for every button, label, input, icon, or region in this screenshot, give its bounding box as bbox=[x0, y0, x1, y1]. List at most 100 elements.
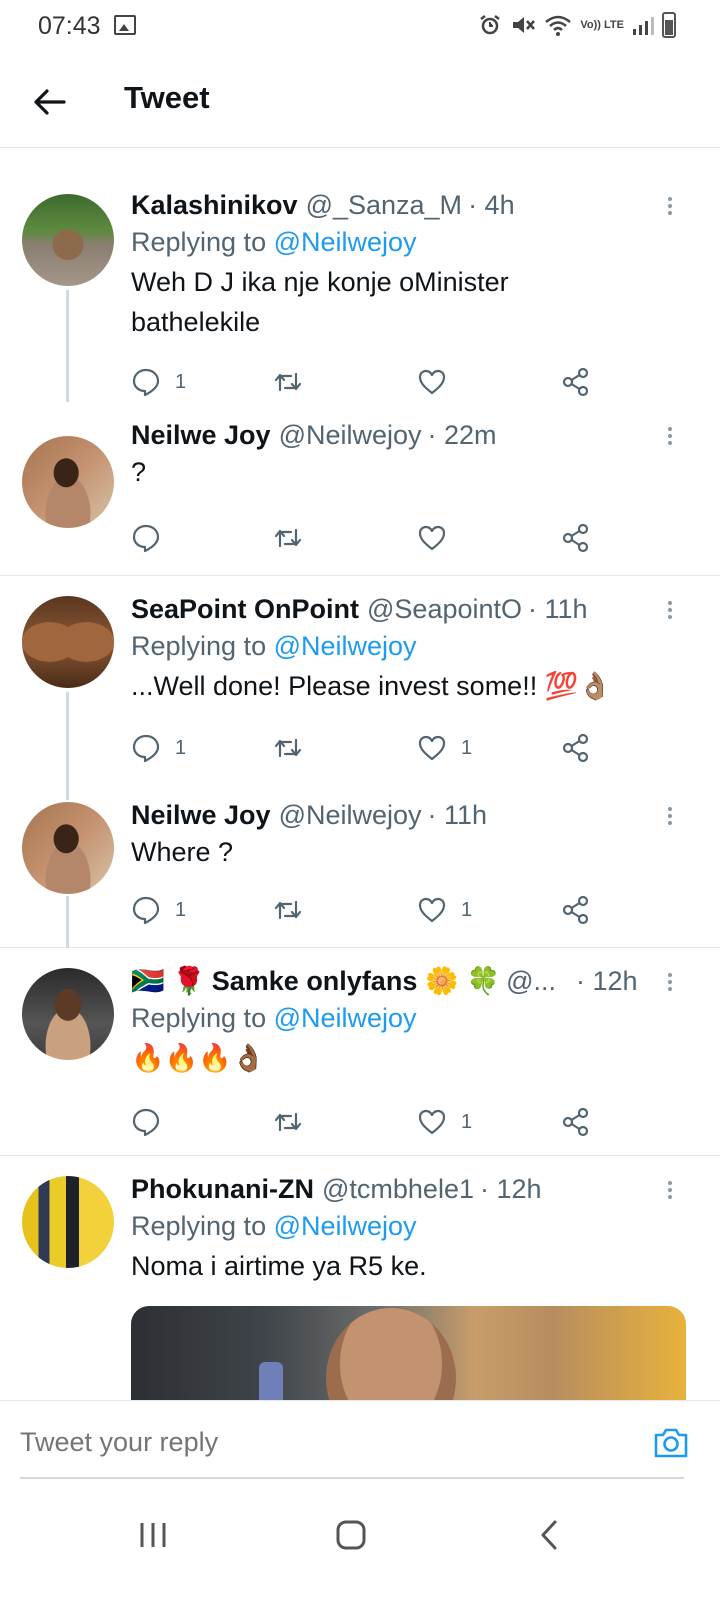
retweet-button[interactable] bbox=[273, 890, 317, 930]
tweet-author-name[interactable]: Kalashinikov bbox=[131, 188, 298, 222]
mention-link[interactable]: @Neilwejoy bbox=[274, 227, 417, 257]
replying-to: Replying to @Neilwejoy bbox=[131, 1206, 680, 1246]
avatar[interactable] bbox=[22, 194, 114, 286]
more-options-button[interactable] bbox=[660, 194, 680, 224]
tweet-text-line: Noma i airtime ya R5 ke. bbox=[131, 1251, 427, 1281]
replying-to-label: Replying to bbox=[131, 227, 267, 257]
more-options-button[interactable] bbox=[660, 424, 680, 454]
battery-icon bbox=[662, 12, 676, 38]
tweet-text-line: ...Well done! Please invest some!! 💯👌🏽 bbox=[131, 671, 612, 701]
replying-to: Replying to @Neilwejoy bbox=[131, 626, 680, 666]
share-button[interactable] bbox=[561, 728, 591, 768]
retweet-button[interactable] bbox=[273, 362, 317, 402]
tweet-author-name[interactable]: Neilwe Joy bbox=[131, 418, 271, 452]
retweet-button[interactable] bbox=[273, 1102, 317, 1142]
camera-icon bbox=[654, 1428, 688, 1458]
more-options-button[interactable] bbox=[660, 598, 680, 628]
share-icon bbox=[562, 523, 589, 553]
more-options-button[interactable] bbox=[660, 804, 680, 834]
tweet-author-handle[interactable]: @_Sanza_M bbox=[306, 188, 463, 222]
reply-button[interactable]: 1 bbox=[131, 362, 186, 402]
tweet-author-handle[interactable]: @tcmbhele1 bbox=[322, 1172, 474, 1206]
avatar[interactable] bbox=[22, 968, 114, 1060]
tweet-timestamp: · 4h bbox=[468, 190, 515, 220]
replies-feed[interactable]: Kalashinikov @_Sanza_M · 4h Replying to … bbox=[0, 172, 720, 1400]
comment-icon bbox=[132, 524, 160, 553]
mention-link[interactable]: @Neilwejoy bbox=[274, 1211, 417, 1241]
retweet-icon bbox=[274, 528, 302, 548]
mention-link[interactable]: @Neilwejoy bbox=[274, 631, 417, 661]
replying-to-label: Replying to bbox=[131, 631, 267, 661]
more-options-button[interactable] bbox=[660, 1178, 680, 1208]
tweet-text-line: Weh D J ika nje konje oMinister bbox=[131, 267, 509, 297]
reply-button[interactable]: 1 bbox=[131, 728, 186, 768]
like-count: 1 bbox=[461, 1110, 473, 1133]
tweet-item[interactable]: Neilwe Joy @Neilwejoy · 11h Where ? 1 1 bbox=[0, 782, 720, 948]
tweet-author-name[interactable]: Samke onlyfans bbox=[212, 964, 418, 998]
thread-connector bbox=[66, 896, 69, 948]
tweet-timestamp: · 11h bbox=[528, 594, 588, 624]
retweet-button[interactable] bbox=[273, 728, 317, 768]
reply-count: 1 bbox=[175, 898, 187, 921]
share-button[interactable] bbox=[561, 1102, 591, 1142]
tweet-author-name[interactable]: Neilwe Joy bbox=[131, 798, 271, 832]
like-button[interactable]: 1 bbox=[417, 890, 472, 930]
like-button[interactable]: 1 bbox=[417, 728, 472, 768]
tweet-author-handle[interactable]: @Neilwejoy bbox=[279, 798, 422, 832]
tweet-author-handle[interactable]: @... bbox=[506, 964, 556, 998]
tweet-timestamp: · 11h bbox=[427, 800, 488, 830]
like-button[interactable] bbox=[417, 362, 461, 402]
tweet-author-handle[interactable]: @Neilwejoy bbox=[279, 418, 422, 452]
camera-button[interactable] bbox=[652, 1425, 690, 1461]
media-head-shape bbox=[326, 1308, 456, 1400]
reply-button[interactable] bbox=[131, 1102, 175, 1142]
avatar[interactable] bbox=[22, 596, 114, 688]
reply-input[interactable] bbox=[20, 1427, 580, 1458]
status-time: 07:43 bbox=[38, 12, 101, 40]
tweet-actions: 1 bbox=[131, 1102, 601, 1142]
replying-to-label: Replying to bbox=[131, 1003, 267, 1033]
retweet-icon bbox=[274, 738, 302, 758]
recent-apps-button[interactable] bbox=[128, 1510, 178, 1560]
home-button[interactable] bbox=[326, 1510, 376, 1560]
tweet-item[interactable]: Kalashinikov @_Sanza_M · 4h Replying to … bbox=[0, 172, 720, 402]
thread-connector bbox=[66, 290, 69, 402]
tweet-item[interactable]: Neilwe Joy @Neilwejoy · 22m ? bbox=[0, 402, 720, 576]
replying-to: Replying to @Neilwejoy bbox=[131, 998, 680, 1038]
like-count: 1 bbox=[461, 736, 473, 759]
tweet-timestamp: · 12h bbox=[576, 966, 638, 996]
heart-icon bbox=[418, 1109, 446, 1135]
avatar[interactable] bbox=[22, 1176, 114, 1268]
avatar[interactable] bbox=[22, 802, 114, 894]
tweet-text-line: Where ? bbox=[131, 837, 234, 867]
like-button[interactable] bbox=[417, 518, 461, 558]
tweet-author-name[interactable]: SeaPoint OnPoint bbox=[131, 592, 359, 626]
volte-indicator: Vo)) LTE bbox=[580, 18, 624, 31]
back-nav-button[interactable] bbox=[524, 1510, 574, 1560]
heart-icon bbox=[418, 525, 446, 551]
more-options-button[interactable] bbox=[660, 970, 680, 1000]
reply-button[interactable]: 1 bbox=[131, 890, 186, 930]
replying-to: Replying to @Neilwejoy bbox=[131, 222, 680, 262]
tweet-item[interactable]: Phokunani-ZN @tcmbhele1 · 12h Replying t… bbox=[0, 1156, 720, 1400]
tweet-author-handle[interactable]: @SeapointO bbox=[367, 592, 522, 626]
like-button[interactable]: 1 bbox=[417, 1102, 472, 1142]
back-button[interactable] bbox=[30, 82, 70, 122]
share-button[interactable] bbox=[561, 362, 591, 402]
tweet-item[interactable]: 🇿🇦 🌹 Samke onlyfans 🌼 🍀 @... · 12h Reply… bbox=[0, 948, 720, 1156]
tweet-item[interactable]: SeaPoint OnPoint @SeapointO · 11h Replyi… bbox=[0, 576, 720, 782]
mention-link[interactable]: @Neilwejoy bbox=[274, 1003, 417, 1033]
share-button[interactable] bbox=[561, 890, 591, 930]
tweet-text-line: bathelekile bbox=[131, 307, 261, 337]
tweet-author-name[interactable]: Phokunani-ZN bbox=[131, 1172, 314, 1206]
gallery-notification-icon bbox=[114, 15, 136, 35]
tweet-text: 🔥🔥🔥👌🏾 bbox=[131, 1038, 680, 1078]
share-icon bbox=[562, 733, 589, 763]
reply-button[interactable] bbox=[131, 518, 175, 558]
media-bottle-shape bbox=[259, 1362, 283, 1400]
share-button[interactable] bbox=[561, 518, 591, 558]
tweet-text: ? bbox=[131, 452, 680, 492]
retweet-button[interactable] bbox=[273, 518, 317, 558]
avatar[interactable] bbox=[22, 436, 114, 528]
tweet-media-image[interactable] bbox=[131, 1306, 686, 1400]
